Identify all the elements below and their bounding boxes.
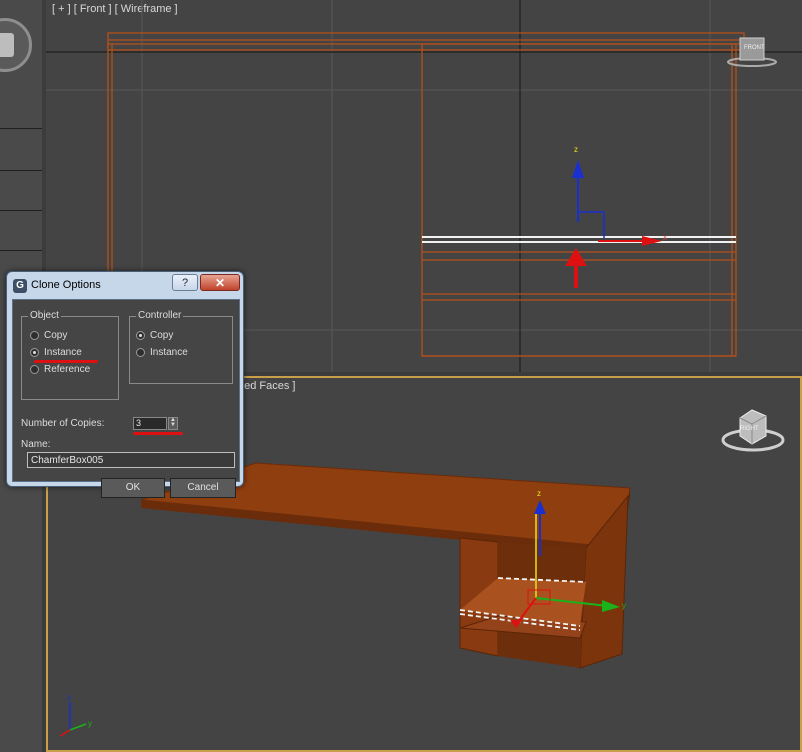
- copies-input[interactable]: 3: [133, 417, 167, 430]
- strip-divider: [0, 128, 42, 129]
- annotation-underline: [34, 360, 98, 363]
- front-viewcube[interactable]: FRONT: [722, 36, 782, 68]
- radio-label: Reference: [44, 364, 91, 375]
- radio-label: Copy: [44, 330, 68, 341]
- radio-label: Copy: [150, 330, 174, 341]
- viewcube-front-label: FRONT: [744, 45, 765, 51]
- radio-label: Instance: [150, 347, 188, 358]
- strip-divider: [0, 210, 42, 211]
- viewcube-right-label: RIGHT: [740, 426, 759, 432]
- gizmo3d-z-label: z: [537, 489, 541, 498]
- radio-icon: [30, 331, 39, 340]
- radio-icon: [30, 348, 39, 357]
- tripod-y-label: y: [88, 719, 92, 728]
- dialog-title: Clone Options: [31, 279, 101, 291]
- gizmo-x-label: x: [663, 233, 667, 242]
- strip-divider: [0, 250, 42, 251]
- ok-button[interactable]: OK: [101, 478, 165, 498]
- controller-group: Controller Copy Instance: [129, 310, 233, 384]
- radio-icon: [136, 331, 145, 340]
- gizmo3d-y-label: y: [622, 601, 626, 610]
- object-group: Object Copy Instance Reference: [21, 310, 119, 400]
- annotation-underline: [133, 432, 183, 435]
- radio-icon: [30, 365, 39, 374]
- tripod-z-label: z: [67, 693, 71, 702]
- name-label: Name:: [21, 439, 51, 450]
- spinner-arrows-icon[interactable]: ▲ ▼: [168, 417, 178, 430]
- controller-group-title: Controller: [136, 310, 184, 321]
- name-input[interactable]: ChamferBox005: [27, 452, 235, 468]
- steering-wheel-center-icon: [0, 33, 14, 57]
- selected-shelf: [422, 236, 736, 243]
- cancel-button[interactable]: Cancel: [170, 478, 236, 498]
- radio-icon: [136, 348, 145, 357]
- gizmo-z-label: z: [574, 145, 578, 154]
- move-gizmo: [572, 160, 662, 246]
- strip-divider: [0, 170, 42, 171]
- app-logo-icon: G: [13, 279, 27, 293]
- radio-label: Instance: [44, 347, 82, 358]
- copies-spinner[interactable]: 3 ▲ ▼: [133, 417, 179, 430]
- annotation-up-arrow: [565, 248, 587, 288]
- dialog-body: Object Copy Instance Reference Controlle…: [12, 299, 240, 498]
- close-button[interactable]: ✕: [200, 274, 240, 291]
- world-axis-tripod: [59, 702, 87, 737]
- object-group-title: Object: [28, 310, 61, 321]
- perspective-viewcube[interactable]: RIGHT: [720, 406, 786, 456]
- dialog-titlebar[interactable]: G Clone Options ? ✕: [7, 272, 243, 298]
- clone-options-dialog[interactable]: G Clone Options ? ✕ Object Copy Instance…: [6, 271, 244, 498]
- copies-label: Number of Copies:: [21, 418, 105, 429]
- help-button[interactable]: ?: [172, 274, 198, 291]
- viewcube-icon: [727, 37, 777, 67]
